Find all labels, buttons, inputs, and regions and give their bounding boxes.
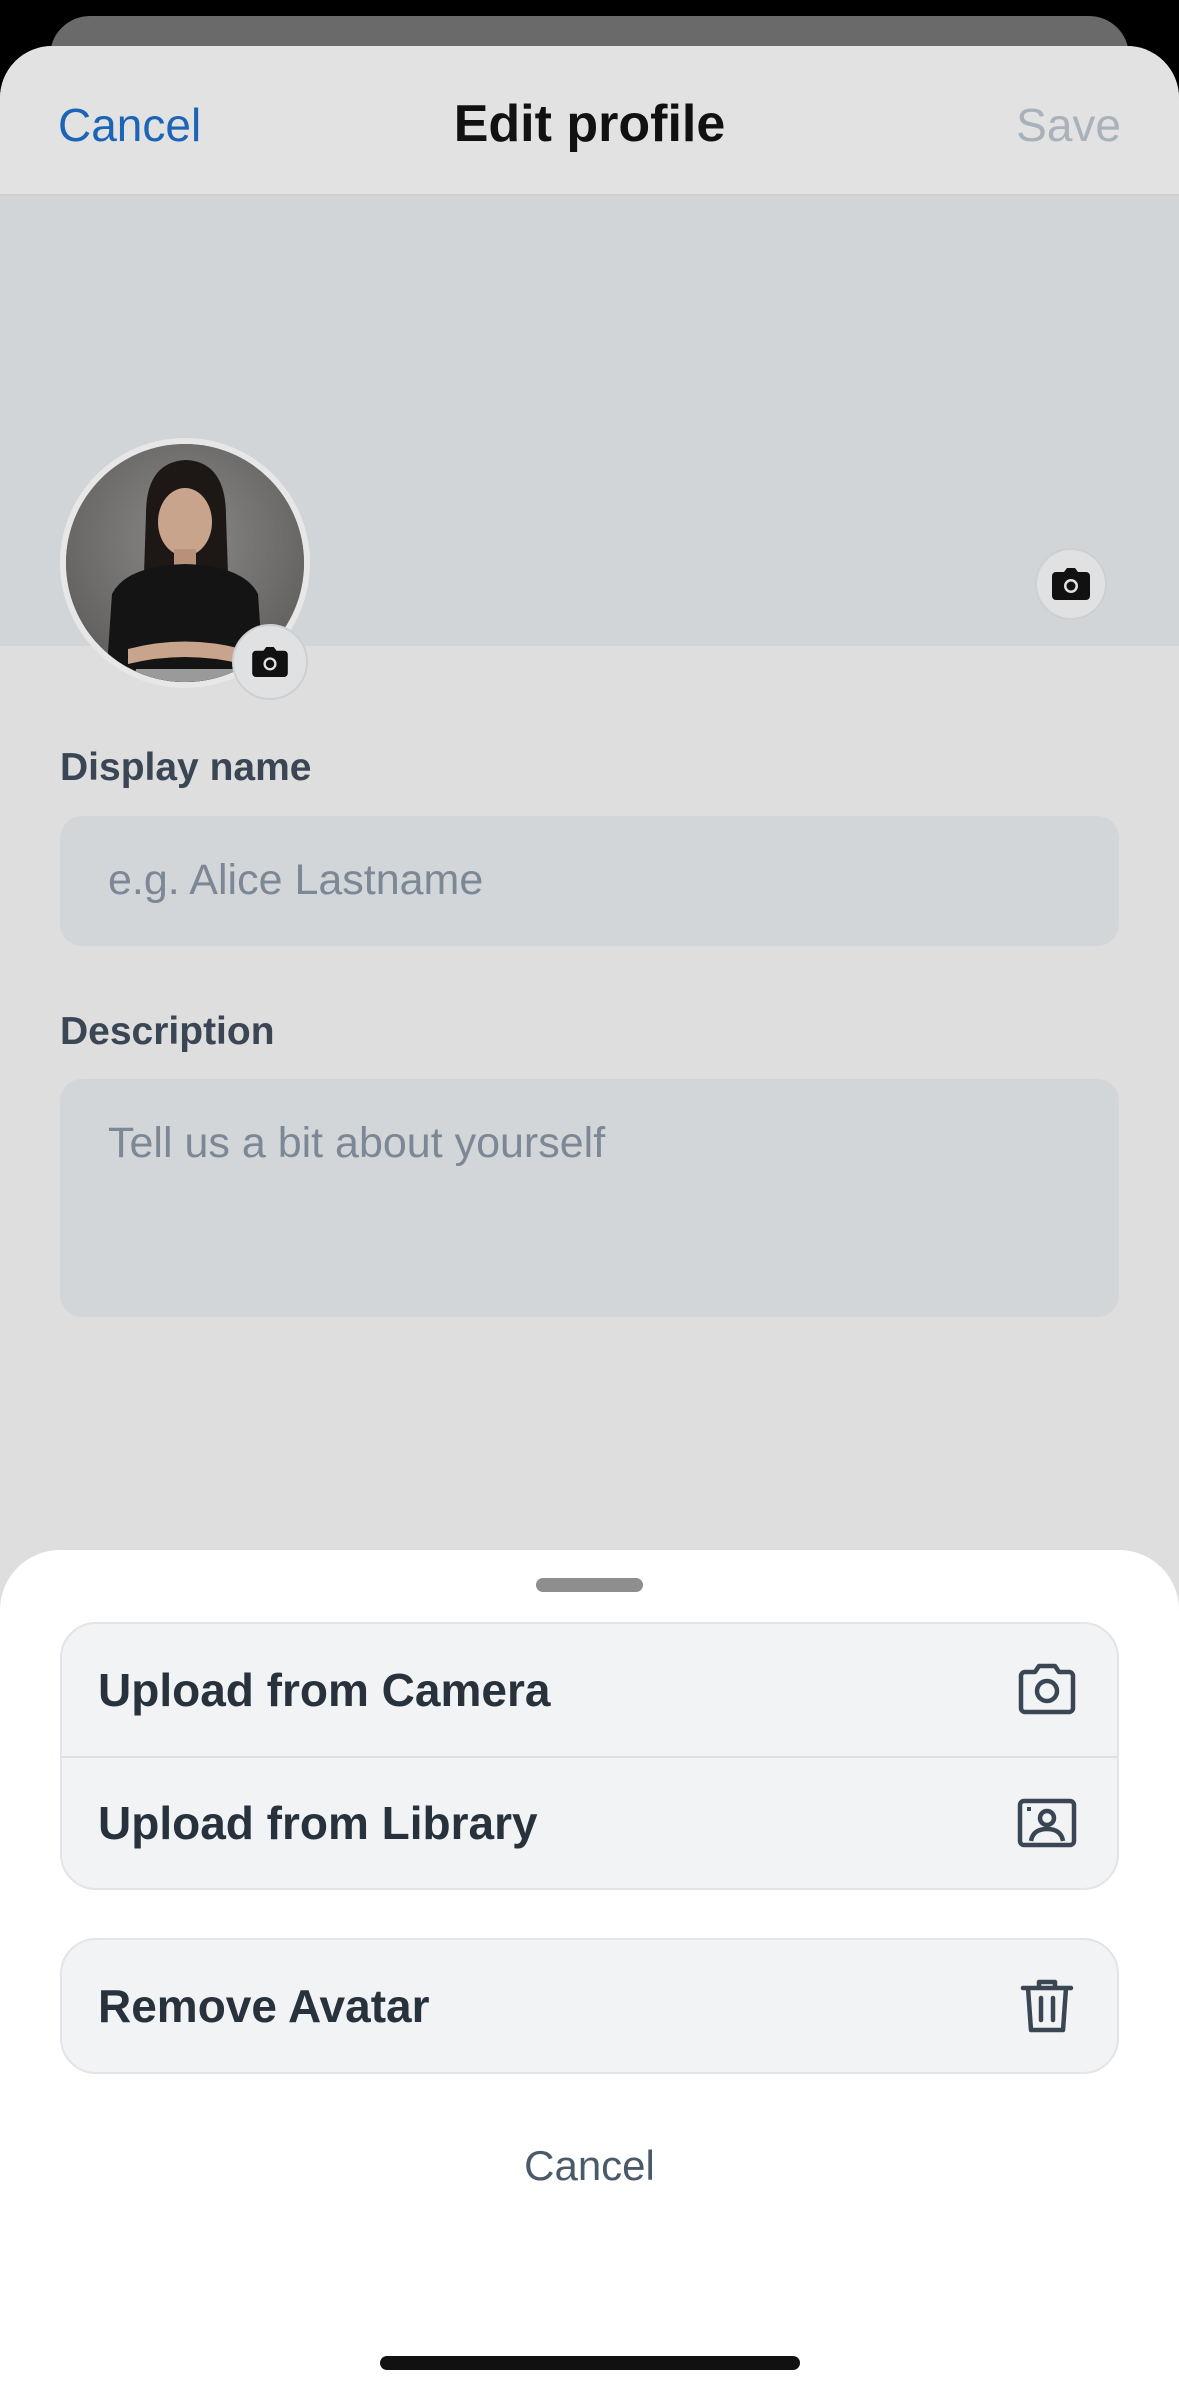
- upload-from-library-button[interactable]: Upload from Library: [62, 1756, 1117, 1888]
- avatar-camera-button[interactable]: [232, 624, 308, 700]
- trash-icon: [1020, 1979, 1074, 2033]
- screen: Cancel Edit profile Save Display name e.…: [0, 0, 1179, 2396]
- description-placeholder: Tell us a bit about yourself: [108, 1119, 606, 1167]
- display-name-label: Display name: [60, 746, 312, 789]
- banner-camera-button[interactable]: [1035, 548, 1107, 620]
- sheet-cancel-button[interactable]: Cancel: [0, 2142, 1179, 2190]
- modal-header: Cancel Edit profile Save: [0, 46, 1179, 196]
- description-label: Description: [60, 1010, 275, 1053]
- save-button[interactable]: Save: [1016, 98, 1121, 152]
- avatar-action-sheet: Upload from Camera Upload from Library R…: [0, 1550, 1179, 2396]
- upload-from-camera-button[interactable]: Upload from Camera: [62, 1624, 1117, 1756]
- upload-options-group: Upload from Camera Upload from Library: [60, 1622, 1119, 1890]
- remove-avatar-label: Remove Avatar: [98, 1980, 430, 2032]
- home-indicator: [380, 2356, 800, 2370]
- page-title: Edit profile: [453, 95, 726, 153]
- upload-library-label: Upload from Library: [98, 1797, 538, 1849]
- camera-icon: [252, 647, 288, 677]
- remove-avatar-group: Remove Avatar: [60, 1938, 1119, 2074]
- display-name-placeholder: e.g. Alice Lastname: [108, 856, 484, 904]
- remove-avatar-button[interactable]: Remove Avatar: [62, 1940, 1117, 2072]
- photo-library-icon: [1017, 1798, 1077, 1848]
- display-name-input[interactable]: e.g. Alice Lastname: [60, 816, 1119, 946]
- camera-icon: [1052, 568, 1090, 600]
- camera-outline-icon: [1018, 1663, 1076, 1715]
- description-textarea[interactable]: Tell us a bit about yourself: [60, 1079, 1119, 1317]
- sheet-drag-handle[interactable]: [536, 1578, 643, 1592]
- upload-camera-label: Upload from Camera: [98, 1664, 551, 1716]
